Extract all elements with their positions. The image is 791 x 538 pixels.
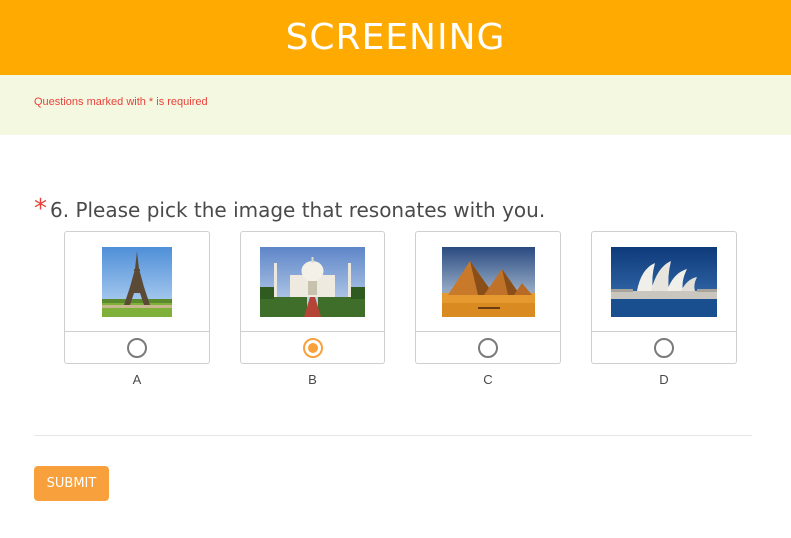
question-text: 6. Please pick the image that resonates … [50, 198, 546, 222]
required-notice-bar: Questions marked with * is required [0, 75, 791, 135]
choice-c-radio[interactable] [478, 337, 498, 358]
choice-b-label: B [308, 372, 317, 387]
choice-b-image-box[interactable] [240, 231, 385, 332]
pyramids-image [441, 246, 535, 317]
choice-a-radio[interactable] [127, 337, 147, 358]
choice-a-label: A [132, 372, 142, 387]
page-title: SCREENING [285, 17, 506, 58]
choice-d[interactable]: D [591, 231, 737, 387]
section-divider [34, 435, 752, 436]
choice-c-label: C [483, 372, 493, 387]
choice-c-image-box[interactable] [415, 231, 561, 332]
choice-d-label: D [659, 372, 669, 387]
choice-c[interactable]: C [415, 231, 561, 387]
choice-a[interactable]: A [64, 231, 210, 387]
choice-b-radio-box[interactable] [240, 332, 385, 364]
choice-a-image-box[interactable] [64, 231, 210, 332]
choice-c-radio-box[interactable] [415, 332, 561, 364]
required-notice-text: Questions marked with * is required [34, 96, 208, 108]
eiffel-tower-image [102, 246, 172, 317]
choice-d-radio[interactable] [654, 337, 674, 358]
choice-b-radio-selected[interactable] [302, 337, 323, 358]
sydney-opera-house-image [611, 246, 717, 317]
question-heading: * 6. Please pick the image that resonate… [34, 196, 545, 222]
choice-d-radio-box[interactable] [591, 332, 737, 364]
radio-selected-dot [307, 342, 318, 353]
taj-mahal-image [260, 246, 365, 317]
choice-b[interactable]: B [240, 231, 385, 387]
choice-a-radio-box[interactable] [64, 332, 210, 364]
required-asterisk: * [34, 194, 47, 224]
choice-d-image-box[interactable] [591, 231, 737, 332]
header-banner: SCREENING [0, 0, 791, 75]
submit-button[interactable]: SUBMIT [34, 466, 109, 501]
